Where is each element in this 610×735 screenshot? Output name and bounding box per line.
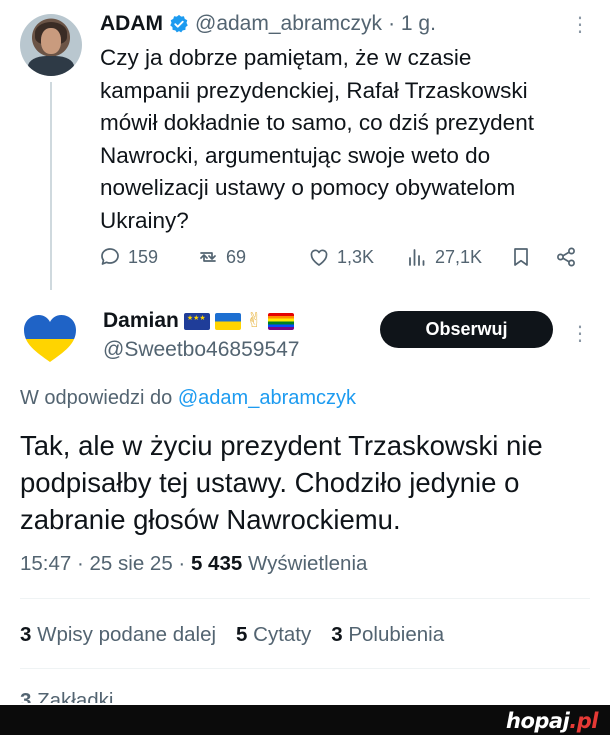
divider: [20, 598, 590, 599]
author-name[interactable]: Damian: [103, 309, 179, 333]
tweet-time[interactable]: 15:47: [20, 552, 71, 576]
reply-count: 159: [128, 246, 159, 267]
author-handle[interactable]: @adam_abramczyk: [195, 12, 382, 36]
tweet1-header: ADAM @adam_abramczyk · 1 g.: [100, 10, 436, 38]
likes-label: Polubienia: [348, 623, 445, 646]
bookmarks-count: 3: [20, 689, 32, 703]
views-count: 27,1K: [435, 246, 483, 267]
bookmarks-label: Zakładki: [37, 689, 114, 703]
more-icon[interactable]: ⋮: [570, 321, 590, 346]
quotes-label: Cytaty: [253, 623, 312, 646]
reposts-stat[interactable]: 3 Wpisy podane dalej: [20, 623, 216, 647]
heart-avatar-icon[interactable]: [22, 314, 78, 364]
eu-flag-icon: [183, 312, 210, 330]
replying-to: W odpowiedzi do @adam_abramczyk: [20, 387, 356, 410]
victory-hand-icon: ✌: [245, 310, 263, 332]
bookmark-button[interactable]: [509, 243, 533, 271]
watermark-logo: hopaj.pl: [506, 709, 598, 733]
more-icon[interactable]: ⋮: [570, 12, 590, 37]
replying-prefix: W odpowiedzi do: [20, 387, 173, 409]
like-count: 1,3K: [337, 246, 375, 267]
tweet-meta: 15:47 · 25 sie 25 · 5 435 Wyświetlenia: [20, 552, 367, 576]
author-name[interactable]: ADAM: [100, 12, 163, 36]
reply-button[interactable]: 159: [98, 243, 158, 271]
bookmarks-stat[interactable]: 3 Zakładki: [20, 689, 113, 703]
thread-line: [50, 82, 52, 290]
watermark-tld: .pl: [569, 709, 598, 733]
repost-count: 69: [226, 246, 247, 267]
tweet-date[interactable]: 25 sie 25: [90, 552, 173, 576]
quotes-stat[interactable]: 5 Cytaty: [236, 623, 311, 647]
watermark-brand: hopaj: [506, 709, 570, 733]
reply-icon: [101, 248, 119, 265]
repost-icon: [200, 252, 216, 262]
follow-button[interactable]: Obserwuj: [380, 311, 553, 348]
meta-separator: ·: [71, 552, 90, 575]
ukraine-flag-icon: [214, 312, 241, 330]
reposts-label: Wpisy podane dalej: [37, 623, 217, 646]
avatar-face: [41, 28, 61, 54]
replying-to-link[interactable]: @adam_abramczyk: [178, 387, 356, 409]
tweet-time[interactable]: · 1 g.: [388, 12, 436, 36]
share-button[interactable]: [554, 243, 578, 271]
author-handle[interactable]: @Sweetbo46859547: [103, 338, 299, 362]
likes-stat[interactable]: 3 Polubienia: [331, 623, 444, 647]
verified-badge-icon: [170, 14, 188, 33]
tweet2-text: Tak, ale w życiu prezydent Trzaskowski n…: [20, 430, 543, 535]
views-button[interactable]: 27,1K: [405, 243, 482, 271]
engagement-stats: 3 Wpisy podane dalej 5 Cytaty 3 Polubien…: [20, 623, 444, 647]
repost-button[interactable]: 69: [196, 243, 246, 271]
rainbow-flag-icon: [267, 312, 294, 330]
like-icon: [310, 249, 328, 266]
reposts-count: 3: [20, 623, 32, 646]
divider: [20, 668, 590, 669]
bookmark-icon: [514, 248, 528, 266]
views-count: 5 435: [190, 552, 243, 575]
tweet1-text: Czy ja dobrze pamiętam, że w czasie kamp…: [100, 45, 534, 233]
views-icon: [409, 249, 425, 266]
likes-count: 3: [331, 623, 343, 646]
tweet2-name-row: Damian ✌: [103, 309, 294, 333]
avatar[interactable]: [20, 14, 82, 76]
quotes-count: 5: [236, 623, 248, 646]
like-button[interactable]: 1,3K: [307, 243, 374, 271]
avatar-shirt: [28, 56, 74, 76]
stat-gap: [311, 623, 331, 647]
stat-gap: [216, 623, 236, 647]
meta-separator: ·: [172, 552, 191, 575]
share-icon: [557, 247, 575, 267]
views-label: Wyświetlenia: [247, 552, 368, 575]
